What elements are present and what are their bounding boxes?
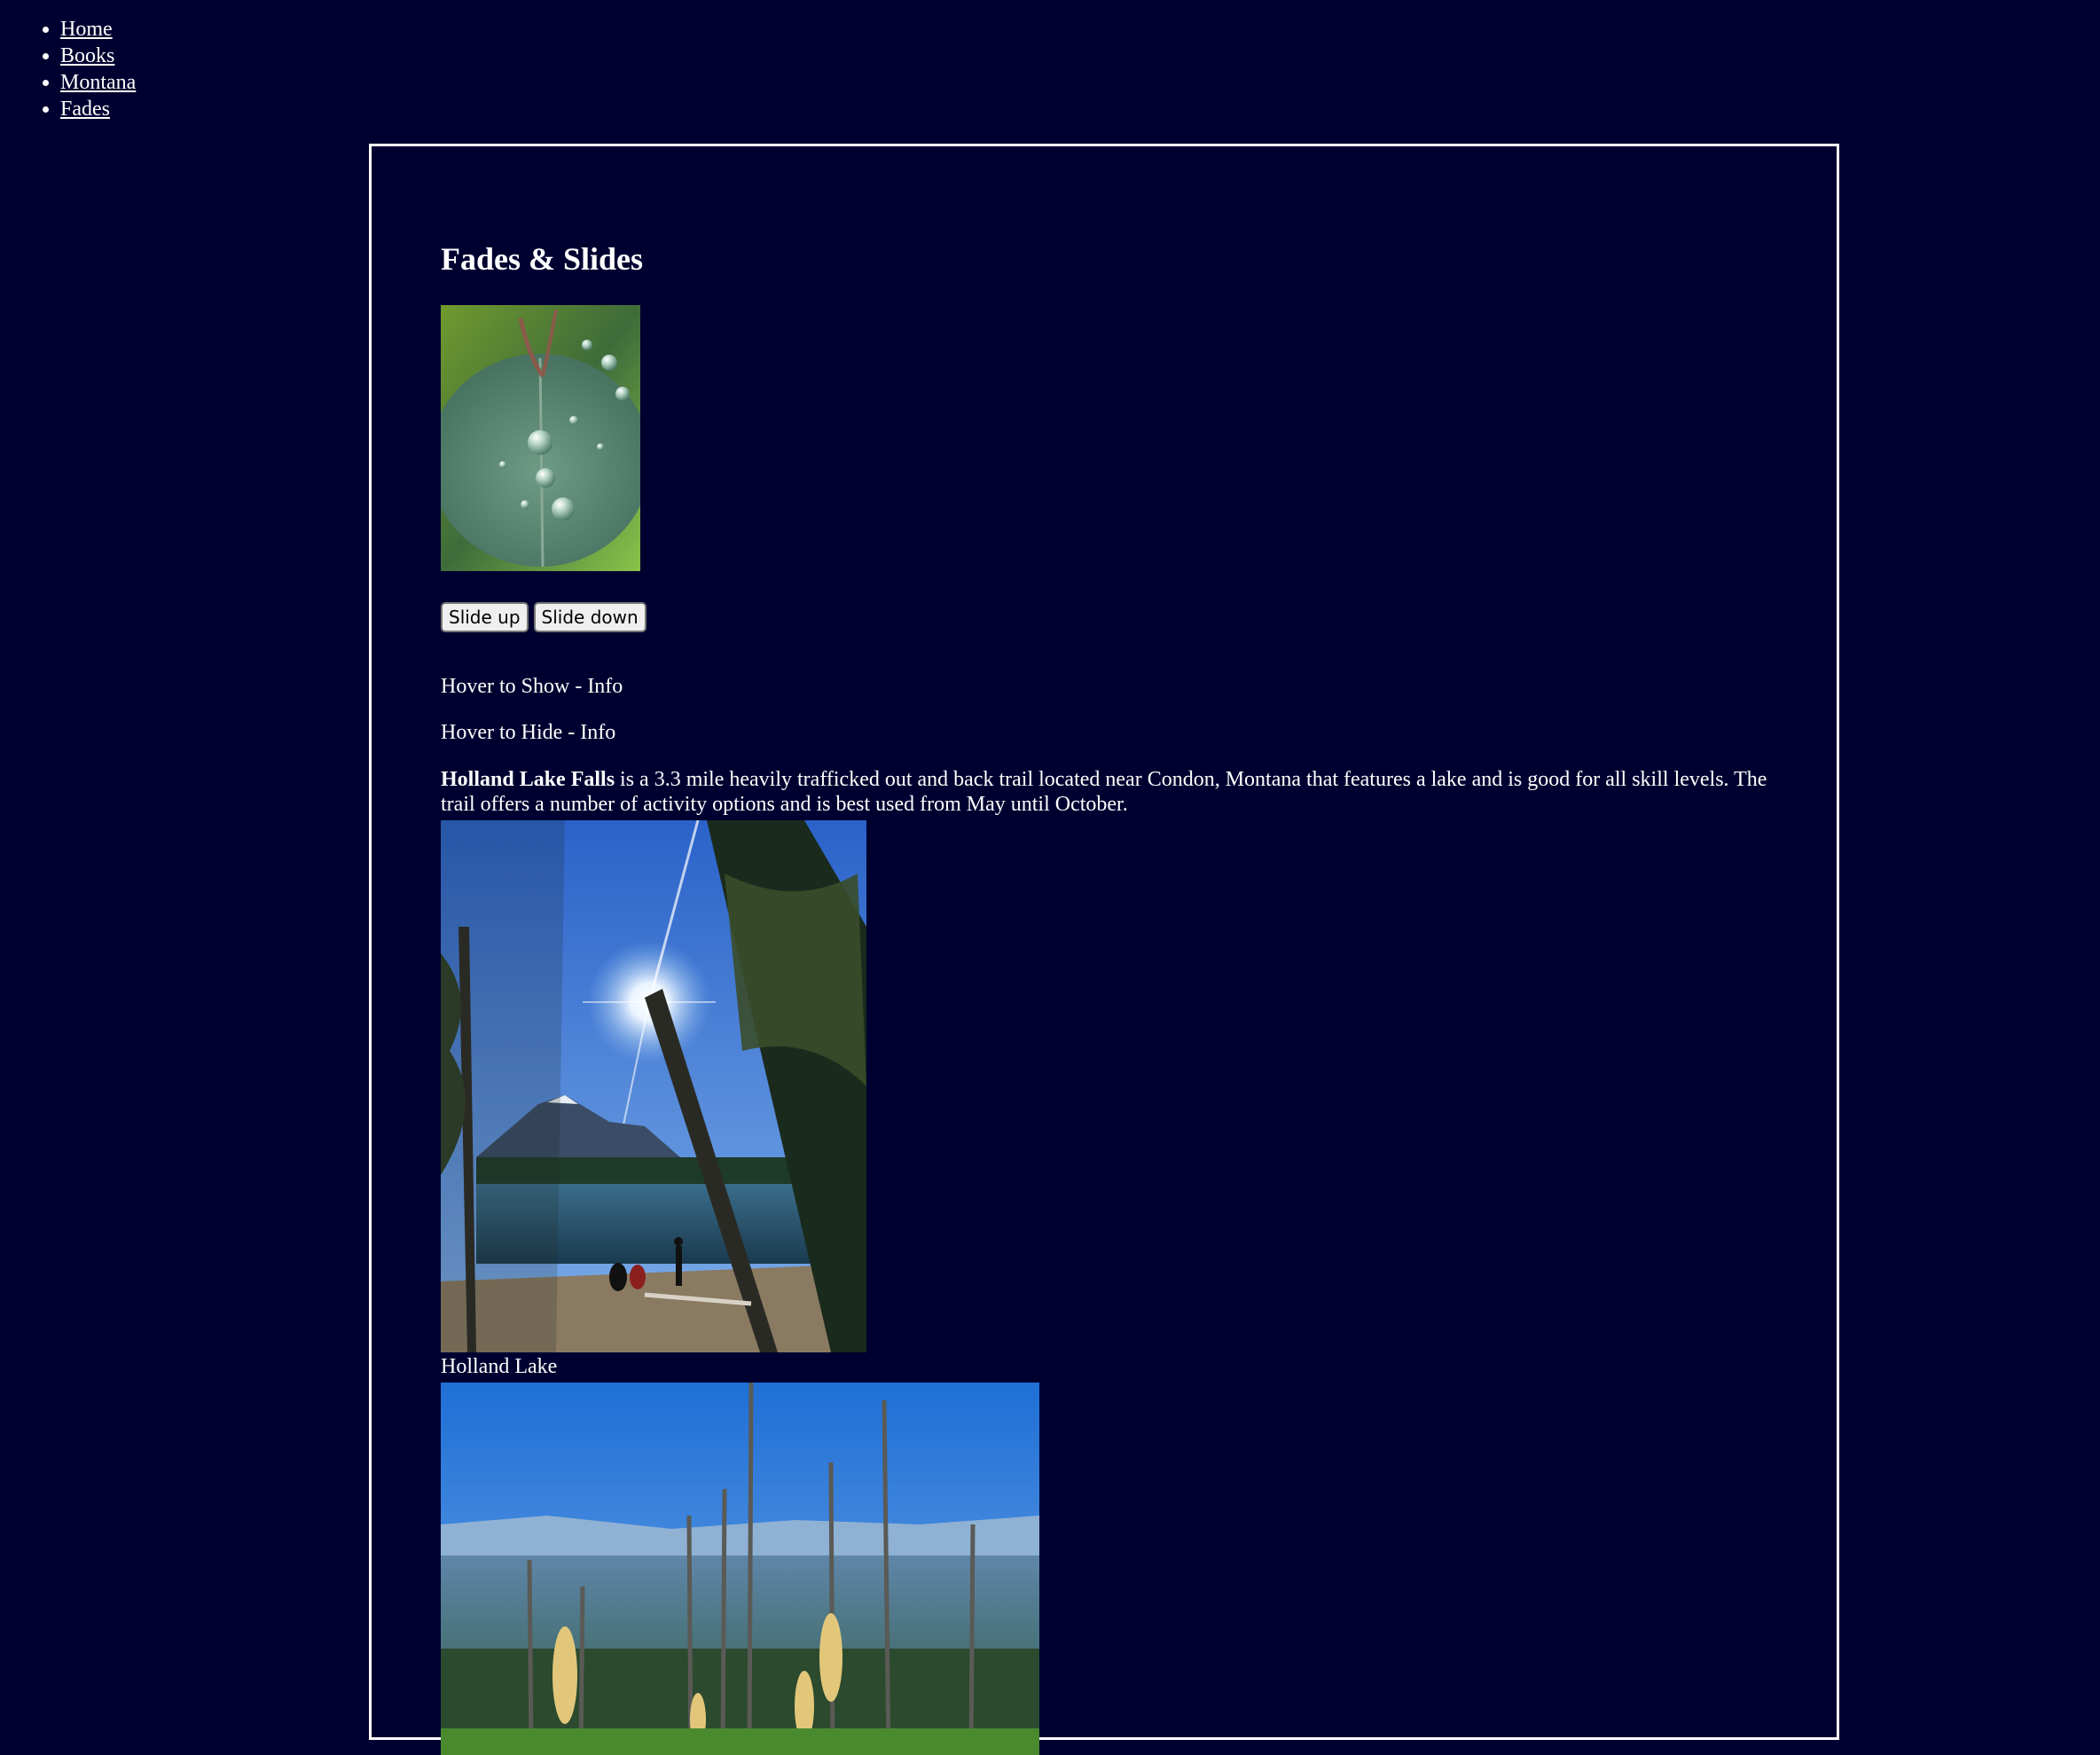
- nav-link-books[interactable]: Books: [60, 44, 114, 67]
- slide-down-button[interactable]: Slide down: [533, 602, 646, 632]
- slide-controls: Slide up Slide down: [441, 602, 646, 632]
- nav-link-montana[interactable]: Montana: [60, 71, 136, 94]
- nav-item-home: Home: [60, 16, 136, 43]
- mountain-view-photo: [441, 1383, 1039, 1755]
- page-title: Fades & Slides: [441, 241, 644, 277]
- nav-link-fades[interactable]: Fades: [60, 98, 110, 121]
- holland-lake-photo: [441, 820, 866, 1352]
- nav-item-fades: Fades: [60, 96, 136, 122]
- photo-caption: Holland Lake: [441, 1355, 558, 1378]
- leaf-photo: [441, 305, 640, 571]
- trail-name: Holland Lake Falls: [441, 768, 615, 791]
- trail-description: Holland Lake Falls is a 3.3 mile heavily…: [441, 767, 1771, 817]
- hover-to-hide-text[interactable]: Hover to Hide - Info: [441, 721, 615, 745]
- content-container: Fades & Slides Slide up Slide down Hover…: [369, 144, 1839, 1755]
- nav-link-home[interactable]: Home: [60, 18, 113, 41]
- nav-item-montana: Montana: [60, 69, 136, 96]
- slide-up-button[interactable]: Slide up: [441, 602, 529, 632]
- nav-item-books: Books: [60, 43, 136, 69]
- hover-to-show-text[interactable]: Hover to Show - Info: [441, 675, 623, 699]
- top-nav: Home Books Montana Fades: [0, 16, 136, 122]
- trail-description-text: is a 3.3 mile heavily trafficked out and…: [441, 768, 1767, 816]
